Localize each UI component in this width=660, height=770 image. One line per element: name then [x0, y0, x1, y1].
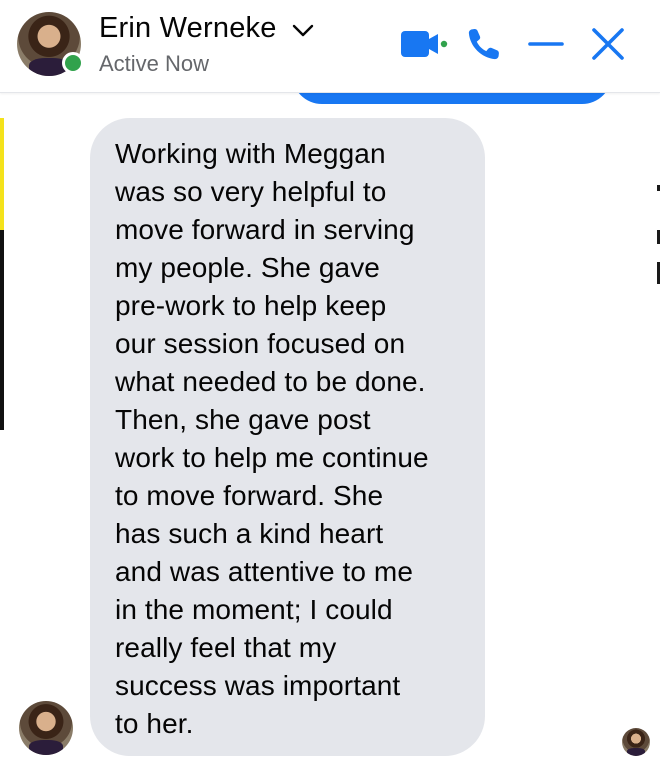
seen-indicator-avatar: [622, 728, 650, 756]
received-message-bubble[interactable]: Working with Meggan was so very helpful …: [90, 118, 485, 756]
phone-icon[interactable]: [466, 26, 502, 62]
chat-window: Erin Werneke Active Now Working with Meg…: [0, 0, 660, 770]
online-status-dot: [62, 52, 84, 74]
sender-avatar[interactable]: [19, 701, 73, 755]
minimize-icon[interactable]: [527, 26, 565, 62]
active-status: Active Now: [99, 51, 210, 76]
video-call-icon[interactable]: [400, 26, 450, 62]
chevron-down-icon[interactable]: [290, 20, 316, 40]
received-message-text: Working with Meggan was so very helpful …: [115, 138, 429, 739]
background-edge: [0, 118, 4, 230]
background-edge: [0, 230, 4, 430]
chat-header: Erin Werneke Active Now: [0, 0, 660, 93]
contact-name[interactable]: Erin Werneke: [99, 12, 277, 45]
close-icon[interactable]: [590, 26, 626, 62]
